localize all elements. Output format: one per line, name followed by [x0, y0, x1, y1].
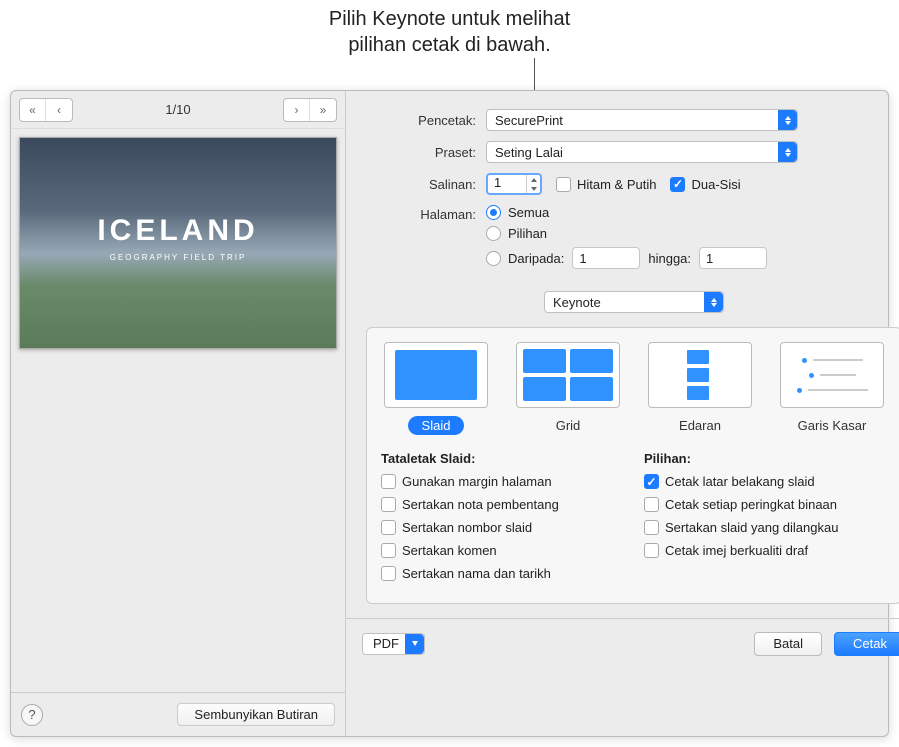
background-label: Cetak latar belakang slaid	[665, 474, 815, 489]
layout-thumb-slide	[384, 342, 488, 408]
copies-value: 1	[494, 175, 501, 190]
layout-label-grid: Grid	[542, 416, 595, 435]
last-page-button[interactable]: »	[310, 99, 336, 121]
draft-checkbox[interactable]	[644, 543, 659, 558]
layout-label-slide: Slaid	[408, 416, 465, 435]
preview-area: ICELAND GEOGRAPHY FIELD TRIP	[11, 129, 345, 692]
pages-all-label: Semua	[508, 205, 549, 220]
pages-all-radio[interactable]	[486, 205, 501, 220]
hide-details-button[interactable]: Sembunyikan Butiran	[177, 703, 335, 726]
margins-label: Gunakan margin halaman	[402, 474, 552, 489]
select-arrows-icon	[778, 142, 797, 162]
layout-option-outline[interactable]: Garis Kasar	[777, 342, 887, 435]
app-select[interactable]: Keynote	[544, 291, 724, 313]
layout-option-grid[interactable]: Grid	[513, 342, 623, 435]
first-page-button[interactable]: «	[20, 99, 46, 121]
twosided-label: Dua-Sisi	[691, 177, 740, 192]
choices-title: Pilihan:	[644, 451, 887, 466]
slide-layout-title: Tataletak Slaid:	[381, 451, 624, 466]
name-date-label: Sertakan nama dan tarikh	[402, 566, 551, 581]
layout-thumb-grid	[516, 342, 620, 408]
bottom-bar: PDF Batal Cetak	[346, 618, 899, 668]
layout-panel: Slaid Grid Edaran	[366, 327, 899, 604]
pages-to-value: 1	[706, 251, 713, 266]
builds-label: Cetak setiap peringkat binaan	[665, 497, 837, 512]
preset-label: Praset:	[366, 145, 486, 160]
layout-label-handout: Edaran	[665, 416, 735, 435]
comments-label: Sertakan komen	[402, 543, 497, 558]
copies-label: Salinan:	[366, 177, 486, 192]
left-footer: ? Sembunyikan Butiran	[11, 692, 345, 736]
annotation-callout: Pilih Keynote untuk melihat pilihan ceta…	[0, 6, 899, 58]
background-checkbox[interactable]	[644, 474, 659, 489]
nav-first-prev-group: « ‹	[19, 98, 73, 122]
printer-value: SecurePrint	[495, 113, 563, 128]
skipped-label: Sertakan slaid yang dilangkau	[665, 520, 838, 535]
chevron-down-icon	[405, 634, 424, 654]
builds-checkbox[interactable]	[644, 497, 659, 512]
page-indicator: 1/10	[165, 102, 190, 117]
preview-pane: « ‹ 1/10 › » ICELAND GEOGRAPHY FIELD TRI…	[11, 91, 346, 736]
pages-from-value: 1	[579, 251, 586, 266]
slide-number-label: Sertakan nombor slaid	[402, 520, 532, 535]
pdf-label: PDF	[373, 636, 399, 651]
comments-checkbox[interactable]	[381, 543, 396, 558]
bw-label: Hitam & Putih	[577, 177, 656, 192]
layout-thumb-handout	[648, 342, 752, 408]
layout-option-slide[interactable]: Slaid	[381, 342, 491, 435]
name-date-checkbox[interactable]	[381, 566, 396, 581]
copies-input[interactable]: 1	[486, 173, 542, 195]
layout-label-outline: Garis Kasar	[784, 416, 881, 435]
app-select-value: Keynote	[553, 295, 601, 310]
pages-to-input[interactable]: 1	[699, 247, 767, 269]
annotation-line2: pilihan cetak di bawah.	[0, 32, 899, 58]
layout-option-handout[interactable]: Edaran	[645, 342, 755, 435]
bw-checkbox[interactable]	[556, 177, 571, 192]
preview-slide-subtitle: GEOGRAPHY FIELD TRIP	[20, 253, 336, 262]
layout-thumb-outline	[780, 342, 884, 408]
slide-number-checkbox[interactable]	[381, 520, 396, 535]
pages-from-label: Daripada:	[508, 251, 564, 266]
print-dialog: « ‹ 1/10 › » ICELAND GEOGRAPHY FIELD TRI…	[10, 90, 889, 737]
select-arrows-icon	[704, 292, 723, 312]
pages-from-input[interactable]: 1	[572, 247, 640, 269]
pages-range-radio[interactable]	[486, 251, 501, 266]
preview-toolbar: « ‹ 1/10 › »	[11, 91, 345, 129]
pages-selection-label: Pilihan	[508, 226, 547, 241]
pages-selection-radio[interactable]	[486, 226, 501, 241]
twosided-checkbox[interactable]	[670, 177, 685, 192]
annotation-line1: Pilih Keynote untuk melihat	[0, 6, 899, 32]
printer-select[interactable]: SecurePrint	[486, 109, 798, 131]
pages-to-label: hingga:	[648, 251, 691, 266]
prev-page-button[interactable]: ‹	[46, 99, 72, 121]
pdf-dropdown-button[interactable]: PDF	[362, 633, 425, 655]
skipped-checkbox[interactable]	[644, 520, 659, 535]
print-button[interactable]: Cetak	[834, 632, 899, 656]
help-button[interactable]: ?	[21, 704, 43, 726]
settings-pane: Pencetak: SecurePrint Praset: Seting Lal…	[346, 91, 899, 736]
presenter-notes-label: Sertakan nota pembentang	[402, 497, 559, 512]
preview-slide: ICELAND GEOGRAPHY FIELD TRIP	[19, 137, 337, 349]
select-arrows-icon	[778, 110, 797, 130]
pages-label: Halaman:	[366, 205, 486, 222]
nav-next-last-group: › »	[283, 98, 337, 122]
preset-select[interactable]: Seting Lalai	[486, 141, 798, 163]
preset-value: Seting Lalai	[495, 145, 563, 160]
draft-label: Cetak imej berkualiti draf	[665, 543, 808, 558]
next-page-button[interactable]: ›	[284, 99, 310, 121]
margins-checkbox[interactable]	[381, 474, 396, 489]
presenter-notes-checkbox[interactable]	[381, 497, 396, 512]
cancel-button[interactable]: Batal	[754, 632, 822, 656]
printer-label: Pencetak:	[366, 113, 486, 128]
preview-slide-title: ICELAND	[20, 214, 336, 248]
copies-stepper[interactable]	[526, 175, 540, 193]
